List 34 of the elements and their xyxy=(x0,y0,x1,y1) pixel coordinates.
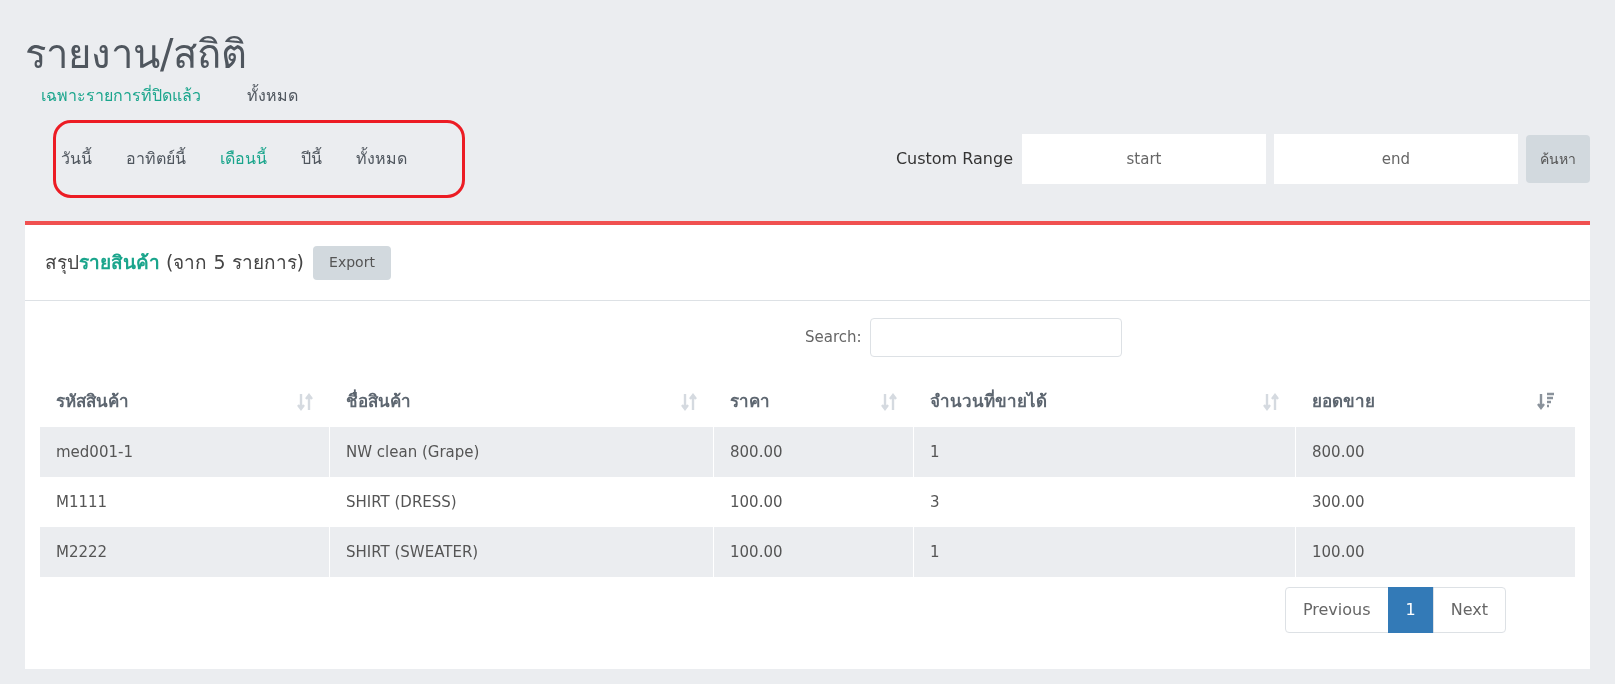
table-cell-text: 800.00 xyxy=(1311,441,1366,463)
panel-heading: สรุปรายสินค้า (จาก 5 รายการ) xyxy=(45,250,305,276)
search-button[interactable]: ค้นหา xyxy=(1526,135,1590,183)
table-cell-text: 100.00 xyxy=(1311,541,1366,563)
column-header[interactable]: ยอดขาย xyxy=(1296,389,1571,415)
column-header[interactable]: จำนวนที่ขายได้ xyxy=(914,389,1296,415)
page-title: รายงาน/สถิติ xyxy=(25,30,248,78)
export-button[interactable]: Export xyxy=(313,245,391,280)
end-date-field[interactable]: end xyxy=(1274,134,1518,184)
table-cell: SHIRT (SWEATER) xyxy=(330,527,714,577)
sort-icon[interactable] xyxy=(1262,392,1280,412)
start-date-field[interactable]: start xyxy=(1022,134,1266,184)
sort-descending-icon[interactable] xyxy=(1537,392,1555,412)
pagination-button[interactable]: 1 xyxy=(1387,587,1434,633)
period-tab[interactable]: ทั้งหมด xyxy=(356,147,407,171)
custom-range-label: Custom Range xyxy=(895,148,1013,170)
table-cell-text: 300.00 xyxy=(1311,491,1366,513)
pagination-button[interactable]: Next xyxy=(1432,587,1506,633)
period-tab[interactable]: อาทิตย์นี้ xyxy=(126,147,186,171)
search-field[interactable] xyxy=(869,318,1122,357)
column-header[interactable]: รหัสสินค้า xyxy=(40,389,330,415)
table-cell: 1 xyxy=(914,527,1296,577)
column-header[interactable]: ชื่อสินค้า xyxy=(330,389,714,415)
sort-icon[interactable] xyxy=(296,392,314,412)
period-tab[interactable]: วันนี้ xyxy=(61,147,92,171)
period-tab[interactable]: ปีนี้ xyxy=(301,147,322,171)
sort-icon[interactable] xyxy=(680,392,698,412)
pagination-button[interactable]: Previous xyxy=(1284,587,1389,633)
filter-tab[interactable]: ทั้งหมด xyxy=(247,84,298,108)
sort-icon[interactable] xyxy=(880,392,898,412)
table-cell: M2222 xyxy=(40,527,330,577)
search-label: Search: xyxy=(805,327,862,349)
table-cell: 100.00 xyxy=(714,527,914,577)
column-header[interactable]: ราคา xyxy=(714,389,914,415)
